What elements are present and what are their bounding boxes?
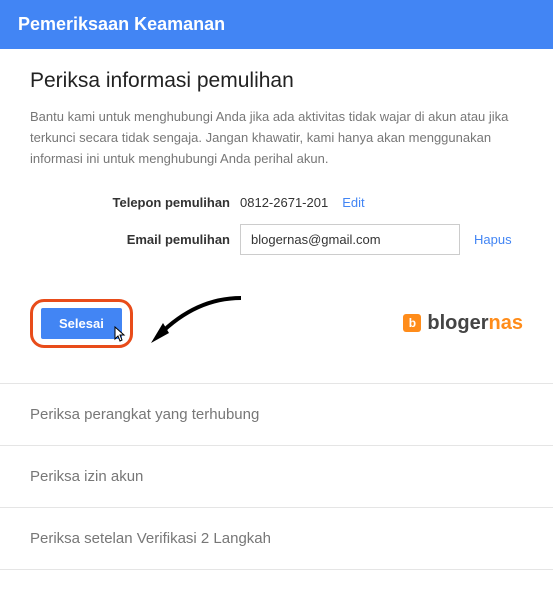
recovery-email-input[interactable] [240, 224, 460, 255]
recovery-email-row: Email pemulihan Hapus [30, 224, 523, 255]
button-row: Selesai b blogernas [30, 293, 523, 353]
logo-icon: b [403, 314, 421, 332]
recovery-email-label: Email pemulihan [30, 232, 240, 247]
edit-phone-link[interactable]: Edit [342, 195, 364, 210]
list-item-devices[interactable]: Periksa perangkat yang terhubung [0, 384, 553, 446]
section-list: Periksa perangkat yang terhubung Periksa… [0, 383, 553, 570]
annotation-highlight: Selesai [30, 299, 133, 348]
watermark-logo: b blogernas [403, 312, 523, 335]
logo-text: blogernas [427, 312, 523, 335]
section-title: Periksa informasi pemulihan [30, 69, 523, 93]
list-item-permissions[interactable]: Periksa izin akun [0, 446, 553, 508]
recovery-phone-value: 0812-2671-201 [240, 195, 328, 210]
done-button[interactable]: Selesai [41, 308, 122, 339]
remove-email-link[interactable]: Hapus [474, 232, 512, 247]
recovery-phone-row: Telepon pemulihan 0812-2671-201 Edit [30, 195, 523, 210]
list-item-2fa[interactable]: Periksa setelan Verifikasi 2 Langkah [0, 508, 553, 570]
section-description: Bantu kami untuk menghubungi Anda jika a… [30, 107, 523, 169]
recovery-phone-label: Telepon pemulihan [30, 195, 240, 210]
page-header: Pemeriksaan Keamanan [0, 0, 553, 49]
annotation-arrow-icon [141, 293, 251, 353]
main-content: Periksa informasi pemulihan Bantu kami u… [0, 49, 553, 383]
header-title: Pemeriksaan Keamanan [18, 14, 225, 34]
